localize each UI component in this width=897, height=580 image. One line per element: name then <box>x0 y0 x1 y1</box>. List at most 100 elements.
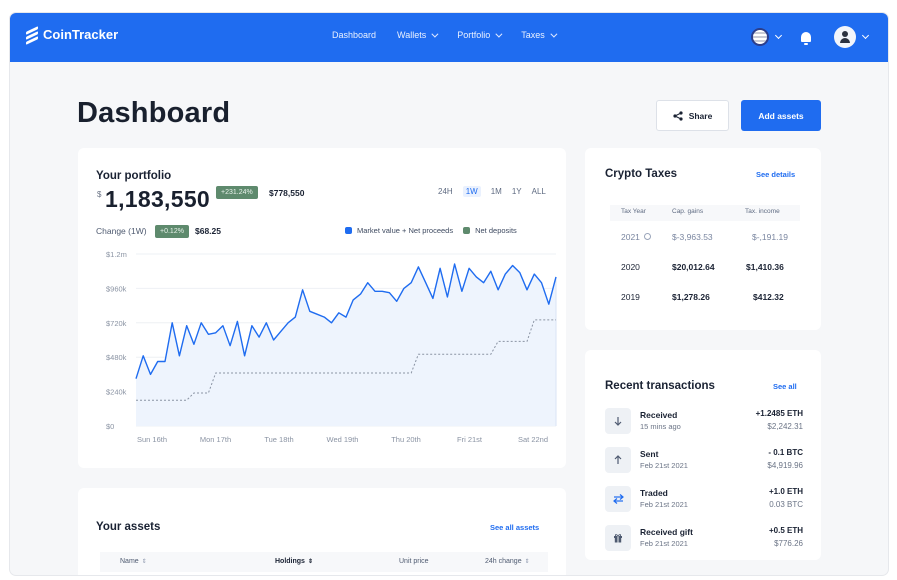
tax-year-cell: 2019 <box>621 292 640 302</box>
arrow-up-icon <box>605 447 631 473</box>
transaction-row[interactable]: Sent Feb 21st 2021 - 0.1 BTC $4,919.96 <box>605 447 803 477</box>
nav-item-dashboard[interactable]: Dashboard <box>332 30 376 40</box>
transaction-amount: +1.0 ETH <box>768 487 803 496</box>
recent-transactions-card: Recent transactions See all Received 15 … <box>585 350 821 560</box>
x-tick-label: Tue 18th <box>264 435 293 444</box>
column-header-label: Name <box>120 558 139 565</box>
range-1m[interactable]: 1M <box>491 187 502 197</box>
range-24h[interactable]: 24H <box>438 187 453 197</box>
app-window: CoinTracker Dashboard Wallets Portfolio … <box>10 13 888 575</box>
column-header-holdings[interactable]: Holdings ⇕ <box>275 558 313 565</box>
cointracker-logo-icon <box>26 25 38 45</box>
change-amount: $68.25 <box>195 226 221 236</box>
assets-table-header <box>100 552 548 572</box>
taxes-title: Crypto Taxes <box>605 168 678 180</box>
nav-right-controls <box>751 26 870 48</box>
chevron-down-icon[interactable] <box>774 31 783 40</box>
x-tick-label: Wed 19th <box>327 435 359 444</box>
gift-icon <box>605 525 631 551</box>
brand-name: CoinTracker <box>43 27 119 42</box>
add-assets-button[interactable]: Add assets <box>741 100 821 131</box>
share-button[interactable]: Share <box>656 100 729 131</box>
see-all-assets-link[interactable]: See all assets <box>490 523 539 532</box>
transaction-value: $776.26 <box>774 539 803 548</box>
legend-label: Net deposits <box>475 226 517 235</box>
column-header-label: 24h change <box>485 558 522 565</box>
y-tick-label: $960k <box>106 284 127 293</box>
column-header-24h-change[interactable]: 24h change ⇕ <box>485 558 530 565</box>
y-tick-label: $720k <box>106 319 127 328</box>
cap-gains-cell: $-3,963.53 <box>672 232 713 242</box>
x-tick-label: Mon 17th <box>200 435 231 444</box>
transaction-type: Received gift <box>640 527 693 537</box>
column-header-name[interactable]: Name ⇕ <box>120 558 147 565</box>
bell-icon[interactable] <box>801 32 811 45</box>
sort-icon: ⇕ <box>307 559 313 565</box>
range-1w[interactable]: 1W <box>462 186 481 197</box>
tax-income-cell: $1,410.36 <box>746 262 784 272</box>
transaction-time: Feb 21st 2021 <box>640 539 688 548</box>
us-flag-icon[interactable] <box>751 28 769 46</box>
column-header-tax-income: Tax. income <box>745 208 780 215</box>
legend-item-market[interactable]: Market value + Net proceeds <box>345 226 453 235</box>
transaction-row[interactable]: Received gift Feb 21st 2021 +0.5 ETH $77… <box>605 525 803 555</box>
brand-logo[interactable]: CoinTracker <box>26 25 119 45</box>
y-tick-label: $480k <box>106 353 127 362</box>
legend-swatch <box>345 227 352 234</box>
legend-item-deposits[interactable]: Net deposits <box>463 226 517 235</box>
transaction-row[interactable]: Traded Feb 21st 2021 +1.0 ETH 0.03 BTC <box>605 486 803 516</box>
column-header-unit-price[interactable]: Unit price <box>399 558 429 565</box>
tax-year-cell: 2021 <box>621 232 651 242</box>
info-icon[interactable] <box>643 233 651 240</box>
column-header-label: Holdings <box>275 558 305 565</box>
legend-swatch <box>463 227 471 234</box>
nav-item-taxes[interactable]: Taxes <box>521 30 558 40</box>
y-tick-label: $240k <box>106 388 127 397</box>
transaction-value: $4,919.96 <box>767 461 803 470</box>
nav-item-label: Wallets <box>397 30 427 40</box>
transaction-value: $2,242.31 <box>767 422 803 431</box>
change-label: Change (1W) <box>96 226 147 236</box>
transaction-amount: +1.2485 ETH <box>755 409 803 418</box>
x-tick-label: Thu 20th <box>391 435 421 444</box>
user-avatar-icon[interactable] <box>834 26 856 48</box>
tax-year: 2021 <box>621 232 640 242</box>
tax-income-cell: $-,191.19 <box>752 232 788 242</box>
range-1y[interactable]: 1Y <box>512 187 522 197</box>
transaction-time: Feb 21st 2021 <box>640 461 688 470</box>
transaction-time: Feb 21st 2021 <box>640 500 688 509</box>
total-change-badge: +231.24% <box>216 186 258 199</box>
top-nav: CoinTracker Dashboard Wallets Portfolio … <box>10 13 888 62</box>
nav-item-wallets[interactable]: Wallets <box>397 30 439 40</box>
transaction-type: Received <box>640 410 678 420</box>
transaction-row[interactable]: Received 15 mins ago +1.2485 ETH $2,242.… <box>605 408 803 438</box>
range-selector: 24H 1W 1M 1Y ALL <box>438 186 556 197</box>
chevron-down-icon[interactable] <box>861 31 870 40</box>
cap-gains-cell: $1,278.26 <box>672 292 710 302</box>
transaction-value: 0.03 BTC <box>769 500 803 509</box>
change-badge: +0.12% <box>155 225 189 238</box>
portfolio-value: 1,183,550 <box>105 186 211 212</box>
crypto-taxes-card: Crypto Taxes See details Tax Year Cap. g… <box>585 148 821 330</box>
arrow-down-icon <box>605 408 631 434</box>
swap-arrows-icon <box>605 486 631 512</box>
transaction-amount: +0.5 ETH <box>768 526 803 535</box>
nav-item-label: Taxes <box>521 30 545 40</box>
y-tick-label: $1.2m <box>106 250 127 259</box>
portfolio-chart[interactable]: $1.2m $960k $720k $480k $240k $0 Sun 16th Mon 1… <box>78 240 566 465</box>
sort-icon: ⇕ <box>141 559 147 565</box>
nav-item-portfolio[interactable]: Portfolio <box>457 30 503 40</box>
page-title: Dashboard <box>77 97 231 129</box>
range-all[interactable]: ALL <box>532 187 546 197</box>
transaction-time: 15 mins ago <box>640 422 681 431</box>
portfolio-card: Your portfolio $ 1,183,550 +231.24% $778… <box>78 148 566 468</box>
cap-gains-cell: $20,012.64 <box>672 262 715 272</box>
transaction-type: Traded <box>640 488 668 498</box>
see-all-transactions-link[interactable]: See all <box>773 382 797 391</box>
chart-legend: Market value + Net proceeds Net deposits <box>345 226 527 235</box>
transaction-amount: - 0.1 BTC <box>768 448 803 457</box>
portfolio-title: Your portfolio <box>96 170 172 182</box>
assets-title: Your assets <box>96 521 161 533</box>
see-details-link[interactable]: See details <box>756 170 795 179</box>
chevron-down-icon <box>431 30 439 38</box>
